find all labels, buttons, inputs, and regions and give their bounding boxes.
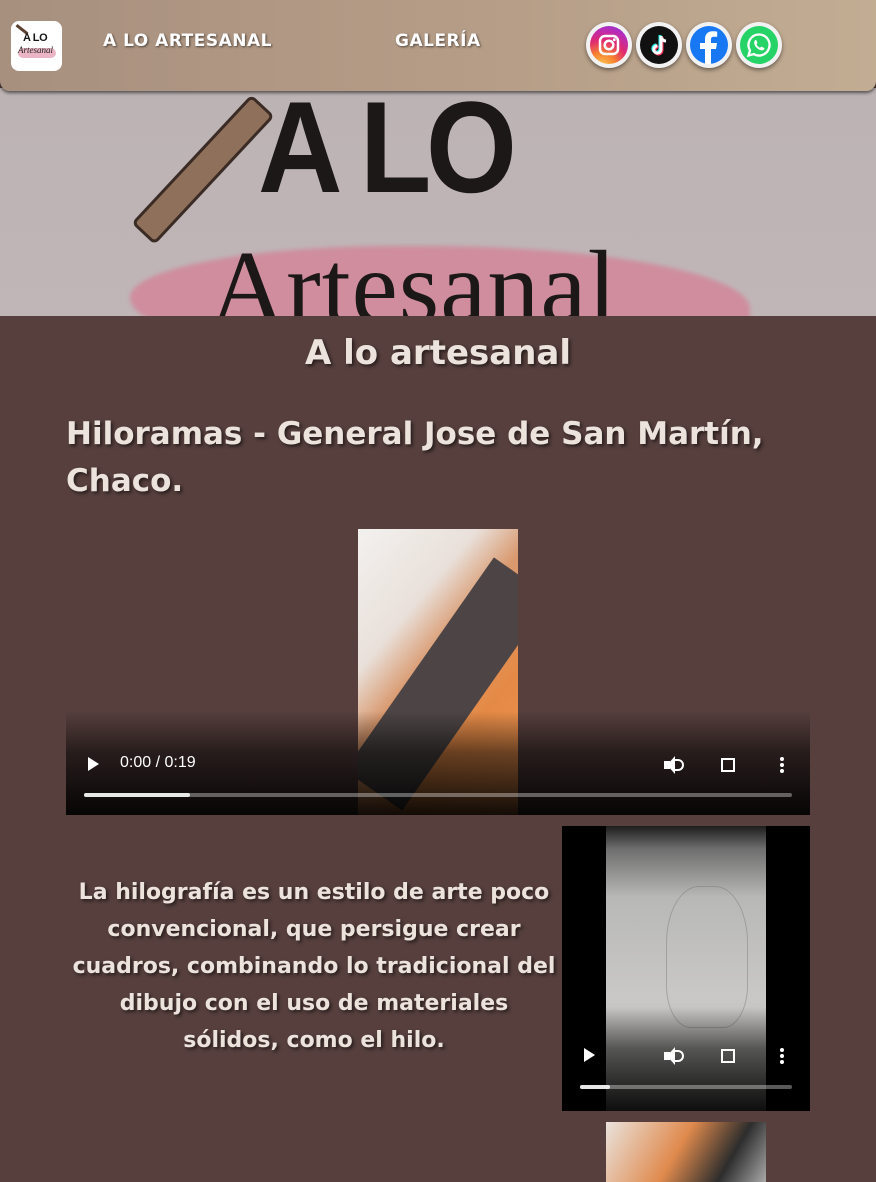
page-title: A lo artesanal [304, 333, 571, 373]
play-icon[interactable] [88, 757, 99, 771]
hero-title: A LO [258, 88, 517, 220]
video-progress-bar[interactable] [580, 1085, 792, 1089]
description-text: La hilografía es un estilo de arte poco … [72, 880, 556, 1053]
section-subtitle: Hiloramas - General Jose de San Martín, … [66, 416, 764, 499]
fullscreen-icon[interactable] [721, 758, 735, 772]
video-progress-bar[interactable] [84, 793, 792, 797]
nav-link-a-lo-artesanal[interactable]: A LO ARTESANAL [103, 31, 272, 51]
play-icon[interactable] [584, 1048, 595, 1062]
video-controls [562, 1007, 810, 1111]
facebook-button[interactable] [686, 22, 732, 68]
volume-icon[interactable] [664, 756, 684, 774]
video-controls: 0:00 / 0:19 [66, 711, 810, 815]
logo-text: A LO [23, 32, 48, 44]
tiktok-button[interactable] [636, 22, 682, 68]
site-header: A LO Artesanal A LO ARTESANAL GALERÍA [0, 0, 876, 91]
video-player-1[interactable]: 0:00 / 0:19 [66, 529, 810, 815]
more-options-icon[interactable] [780, 757, 784, 773]
instagram-icon [590, 26, 628, 64]
fullscreen-icon[interactable] [721, 1049, 735, 1063]
brush-illustration [131, 94, 275, 245]
instagram-button[interactable] [586, 22, 632, 68]
more-options-icon[interactable] [780, 1048, 784, 1064]
facebook-icon [690, 26, 728, 64]
site-logo[interactable]: A LO Artesanal [11, 21, 62, 71]
video-player-3[interactable] [606, 1122, 766, 1182]
tiktok-icon [640, 26, 678, 64]
hero-subtitle: Artesanal [210, 230, 618, 317]
whatsapp-icon [740, 26, 778, 64]
volume-icon[interactable] [664, 1047, 684, 1065]
logo-script: Artesanal [18, 45, 53, 55]
video-player-2[interactable] [562, 826, 810, 1111]
video-progress-fill [84, 793, 191, 797]
whatsapp-button[interactable] [736, 22, 782, 68]
hero-banner: A LO Artesanal [0, 88, 876, 316]
video-time: 0:00 / 0:19 [120, 754, 196, 771]
video-progress-fill [580, 1085, 610, 1089]
nav-link-galeria[interactable]: GALERÍA [395, 31, 481, 51]
